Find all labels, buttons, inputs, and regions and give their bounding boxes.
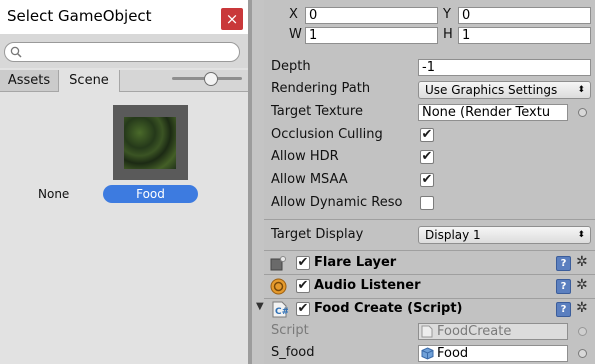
tab-assets[interactable]: Assets (0, 70, 59, 91)
depth-label: Depth (271, 59, 311, 74)
audio-listener-title: Audio Listener (314, 278, 421, 293)
h-field[interactable]: 1 (458, 27, 591, 44)
section-separator (264, 298, 595, 299)
object-picker-icon[interactable] (578, 108, 587, 117)
dialog-title: Select GameObject (7, 7, 152, 25)
h-label: H (443, 27, 453, 42)
gear-icon[interactable]: ✲ (576, 277, 588, 293)
allow-dynamic-resolution-checkbox[interactable] (420, 196, 434, 210)
allow-hdr-label: Allow HDR (271, 149, 339, 164)
object-picker-icon[interactable] (578, 349, 587, 358)
target-display-value: Display 1 (425, 228, 481, 242)
flare-layer-title: Flare Layer (314, 255, 397, 270)
section-separator (264, 219, 595, 220)
help-icon[interactable]: ? (556, 302, 571, 317)
thumbnail-size-slider-handle[interactable] (204, 72, 218, 86)
svg-text:C#: C# (275, 307, 288, 317)
flare-layer-icon (270, 256, 286, 271)
target-texture-field[interactable]: None (Render Textu (418, 104, 568, 121)
rendering-path-dropdown[interactable]: Use Graphics Settings ⬍ (418, 81, 591, 99)
x-field[interactable]: 0 (305, 7, 438, 24)
foldout-arrow-icon[interactable]: ▼ (256, 301, 264, 312)
dropdown-arrow-icon: ⬍ (577, 230, 585, 240)
s-food-value: Food (437, 346, 469, 361)
dropdown-arrow-icon: ⬍ (577, 85, 585, 95)
rendering-path-label: Rendering Path (271, 81, 371, 96)
depth-field[interactable]: -1 (418, 59, 591, 76)
close-button[interactable]: × (221, 8, 243, 30)
section-separator (264, 274, 595, 275)
occlusion-culling-checkbox[interactable]: ✔ (420, 128, 434, 142)
script-field: FoodCreate (418, 323, 568, 340)
food-create-enabled-checkbox[interactable]: ✔ (296, 302, 310, 316)
item-none-label[interactable]: None (38, 187, 69, 201)
food-create-title: Food Create (Script) (314, 301, 463, 316)
target-display-dropdown[interactable]: Display 1 ⬍ (418, 226, 591, 244)
allow-dynamic-resolution-label: Allow Dynamic Reso (271, 195, 403, 210)
s-food-field[interactable]: Food (418, 345, 568, 362)
audio-listener-enabled-checkbox[interactable]: ✔ (296, 279, 310, 293)
s-food-label: S_food (271, 345, 315, 360)
flare-layer-enabled-checkbox[interactable]: ✔ (296, 256, 310, 270)
target-texture-label: Target Texture (271, 104, 363, 119)
target-display-label: Target Display (271, 227, 364, 242)
tab-scene[interactable]: Scene (59, 70, 120, 92)
help-icon[interactable]: ? (556, 256, 571, 271)
gear-icon[interactable]: ✲ (576, 300, 588, 316)
x-label: X (289, 7, 298, 22)
csharp-script-icon: C# (272, 301, 288, 318)
script-value: FoodCreate (437, 324, 512, 339)
gear-icon[interactable]: ✲ (576, 254, 588, 270)
audio-listener-icon (270, 278, 287, 295)
item-food-label[interactable]: Food (103, 185, 198, 203)
object-picker-icon (578, 327, 587, 336)
w-field[interactable]: 1 (305, 27, 438, 44)
script-label: Script (271, 323, 309, 338)
allow-hdr-checkbox[interactable]: ✔ (420, 150, 434, 164)
food-thumbnail-image (124, 117, 176, 169)
script-file-icon (421, 325, 433, 338)
y-field[interactable]: 0 (458, 7, 591, 24)
allow-msaa-checkbox[interactable]: ✔ (420, 173, 434, 187)
y-label: Y (443, 7, 451, 22)
allow-msaa-label: Allow MSAA (271, 172, 348, 187)
w-label: W (289, 27, 302, 42)
occlusion-culling-label: Occlusion Culling (271, 127, 383, 142)
help-icon[interactable]: ? (556, 279, 571, 294)
rendering-path-value: Use Graphics Settings (425, 83, 558, 97)
gameobject-cube-icon (421, 347, 434, 360)
search-input[interactable] (4, 42, 240, 62)
section-separator (264, 250, 595, 251)
search-icon (10, 46, 22, 58)
